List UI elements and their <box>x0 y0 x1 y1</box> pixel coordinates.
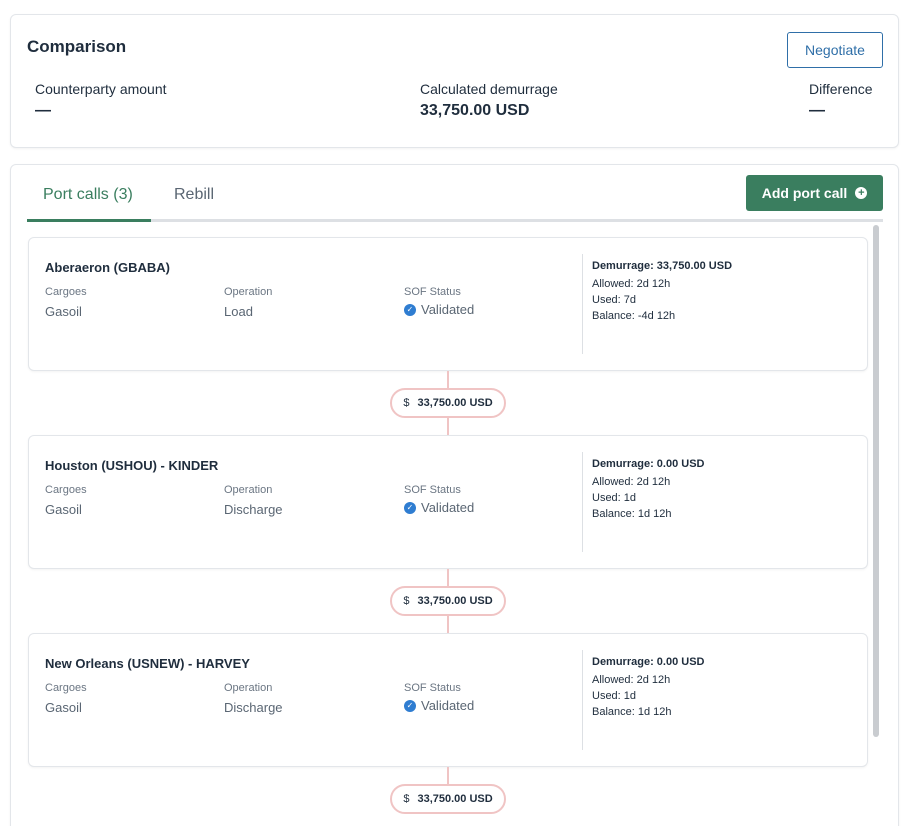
sof-status-column: SOF Status ✓ Validated <box>404 286 474 317</box>
dollar-icon: $ <box>403 793 410 805</box>
difference-label: Difference <box>809 81 873 97</box>
sof-status-value: Validated <box>421 302 475 317</box>
balance-time: Balance: -4d 12h <box>592 310 676 322</box>
calculated-demurrage-value: 33,750.00 USD <box>420 102 530 119</box>
verified-check-icon: ✓ <box>404 699 416 712</box>
calculated-demurrage: Calculated demurrage 33,750.00 USD <box>420 81 558 120</box>
cargoes-value: Gasoil <box>45 304 82 319</box>
sof-status: ✓ Validated <box>404 698 474 713</box>
port-call-card[interactable]: Houston (USHOU) - KINDER Cargoes Gasoil … <box>28 435 868 569</box>
operation-value: Load <box>224 304 253 319</box>
operation-column: Operation Discharge <box>224 682 283 715</box>
active-tab-indicator <box>27 219 151 222</box>
calculated-demurrage-label: Calculated demurrage <box>420 81 558 97</box>
cargoes-column: Cargoes Gasoil <box>45 484 87 517</box>
comparison-card: Comparison Negotiate Counterparty amount… <box>10 14 899 148</box>
comparison-title: Comparison <box>27 37 127 56</box>
cargoes-value: Gasoil <box>45 700 82 715</box>
cargoes-column: Cargoes Gasoil <box>45 682 87 715</box>
counterparty-amount: Counterparty amount — <box>35 81 167 120</box>
running-total-pill: $ 33,750.00 USD <box>390 388 506 418</box>
sof-status-column: SOF Status ✓ Validated <box>404 682 474 713</box>
operation-value: Discharge <box>224 700 283 715</box>
used-time: Used: 1d <box>592 690 637 702</box>
add-port-call-label: Add port call <box>761 185 848 201</box>
used-time: Used: 1d <box>592 492 637 504</box>
operation-label: Operation <box>224 484 273 496</box>
port-call-name: Houston (USHOU) - KINDER <box>45 458 219 473</box>
difference: Difference — <box>809 81 873 120</box>
allowed-time: Allowed: 2d 12h <box>592 278 671 290</box>
tab-rebill[interactable]: Rebill <box>174 186 214 204</box>
allowed-time: Allowed: 2d 12h <box>592 476 671 488</box>
port-call-name: New Orleans (USNEW) - HARVEY <box>45 656 250 671</box>
balance-time: Balance: 1d 12h <box>592 508 672 520</box>
port-calls-card: Port calls (3) Rebill Add port call + Ab… <box>10 164 899 826</box>
counterparty-amount-label: Counterparty amount <box>35 81 167 97</box>
verified-check-icon: ✓ <box>404 501 416 514</box>
cargoes-label: Cargoes <box>45 286 87 298</box>
dollar-icon: $ <box>403 397 410 409</box>
running-total-value: 33,750.00 USD <box>417 595 493 607</box>
used-time: Used: 7d <box>592 294 637 306</box>
sof-status-label: SOF Status <box>404 484 461 496</box>
sof-status-column: SOF Status ✓ Validated <box>404 484 474 515</box>
divider <box>582 452 583 552</box>
cargoes-column: Cargoes Gasoil <box>45 286 87 319</box>
port-call-name: Aberaeron (GBABA) <box>45 260 170 275</box>
allowed-time: Allowed: 2d 12h <box>592 674 671 686</box>
running-total-pill: $ 33,750.00 USD <box>390 784 506 814</box>
operation-label: Operation <box>224 682 273 694</box>
operation-value: Discharge <box>224 502 283 517</box>
add-port-call-button[interactable]: Add port call + <box>746 175 883 211</box>
demurrage-amount: Demurrage: 0.00 USD <box>592 656 705 668</box>
dollar-icon: $ <box>403 595 410 607</box>
negotiate-button[interactable]: Negotiate <box>787 32 883 68</box>
operation-label: Operation <box>224 286 273 298</box>
demurrage-summary: Demurrage: 0.00 USD Allowed: 2d 12h Used… <box>592 656 705 718</box>
scrollbar[interactable] <box>873 225 879 737</box>
running-total-value: 33,750.00 USD <box>417 793 493 805</box>
demurrage-amount: Demurrage: 33,750.00 USD <box>592 260 733 272</box>
demurrage-amount: Demurrage: 0.00 USD <box>592 458 705 470</box>
running-total-pill: $ 33,750.00 USD <box>390 586 506 616</box>
port-call-card[interactable]: New Orleans (USNEW) - HARVEY Cargoes Gas… <box>28 633 868 767</box>
demurrage-summary: Demurrage: 33,750.00 USD Allowed: 2d 12h… <box>592 260 732 322</box>
difference-value: — <box>809 102 825 119</box>
demurrage-summary: Demurrage: 0.00 USD Allowed: 2d 12h Used… <box>592 458 705 520</box>
sof-status-value: Validated <box>421 698 475 713</box>
sof-status-label: SOF Status <box>404 286 461 298</box>
cargoes-label: Cargoes <box>45 484 87 496</box>
cargoes-label: Cargoes <box>45 682 87 694</box>
operation-column: Operation Load <box>224 286 272 319</box>
counterparty-amount-value: — <box>35 102 51 119</box>
sof-status: ✓ Validated <box>404 500 474 515</box>
plus-circle-icon: + <box>855 187 868 199</box>
tab-port-calls[interactable]: Port calls (3) <box>43 186 133 204</box>
sof-status-value: Validated <box>421 500 475 515</box>
verified-check-icon: ✓ <box>404 303 416 316</box>
cargoes-value: Gasoil <box>45 502 82 517</box>
sof-status-label: SOF Status <box>404 682 461 694</box>
port-call-card[interactable]: Aberaeron (GBABA) Cargoes Gasoil Operati… <box>28 237 868 371</box>
running-total-value: 33,750.00 USD <box>417 397 493 409</box>
balance-time: Balance: 1d 12h <box>592 706 672 718</box>
sof-status: ✓ Validated <box>404 302 474 317</box>
operation-column: Operation Discharge <box>224 484 283 517</box>
divider <box>582 254 583 354</box>
divider <box>582 650 583 750</box>
